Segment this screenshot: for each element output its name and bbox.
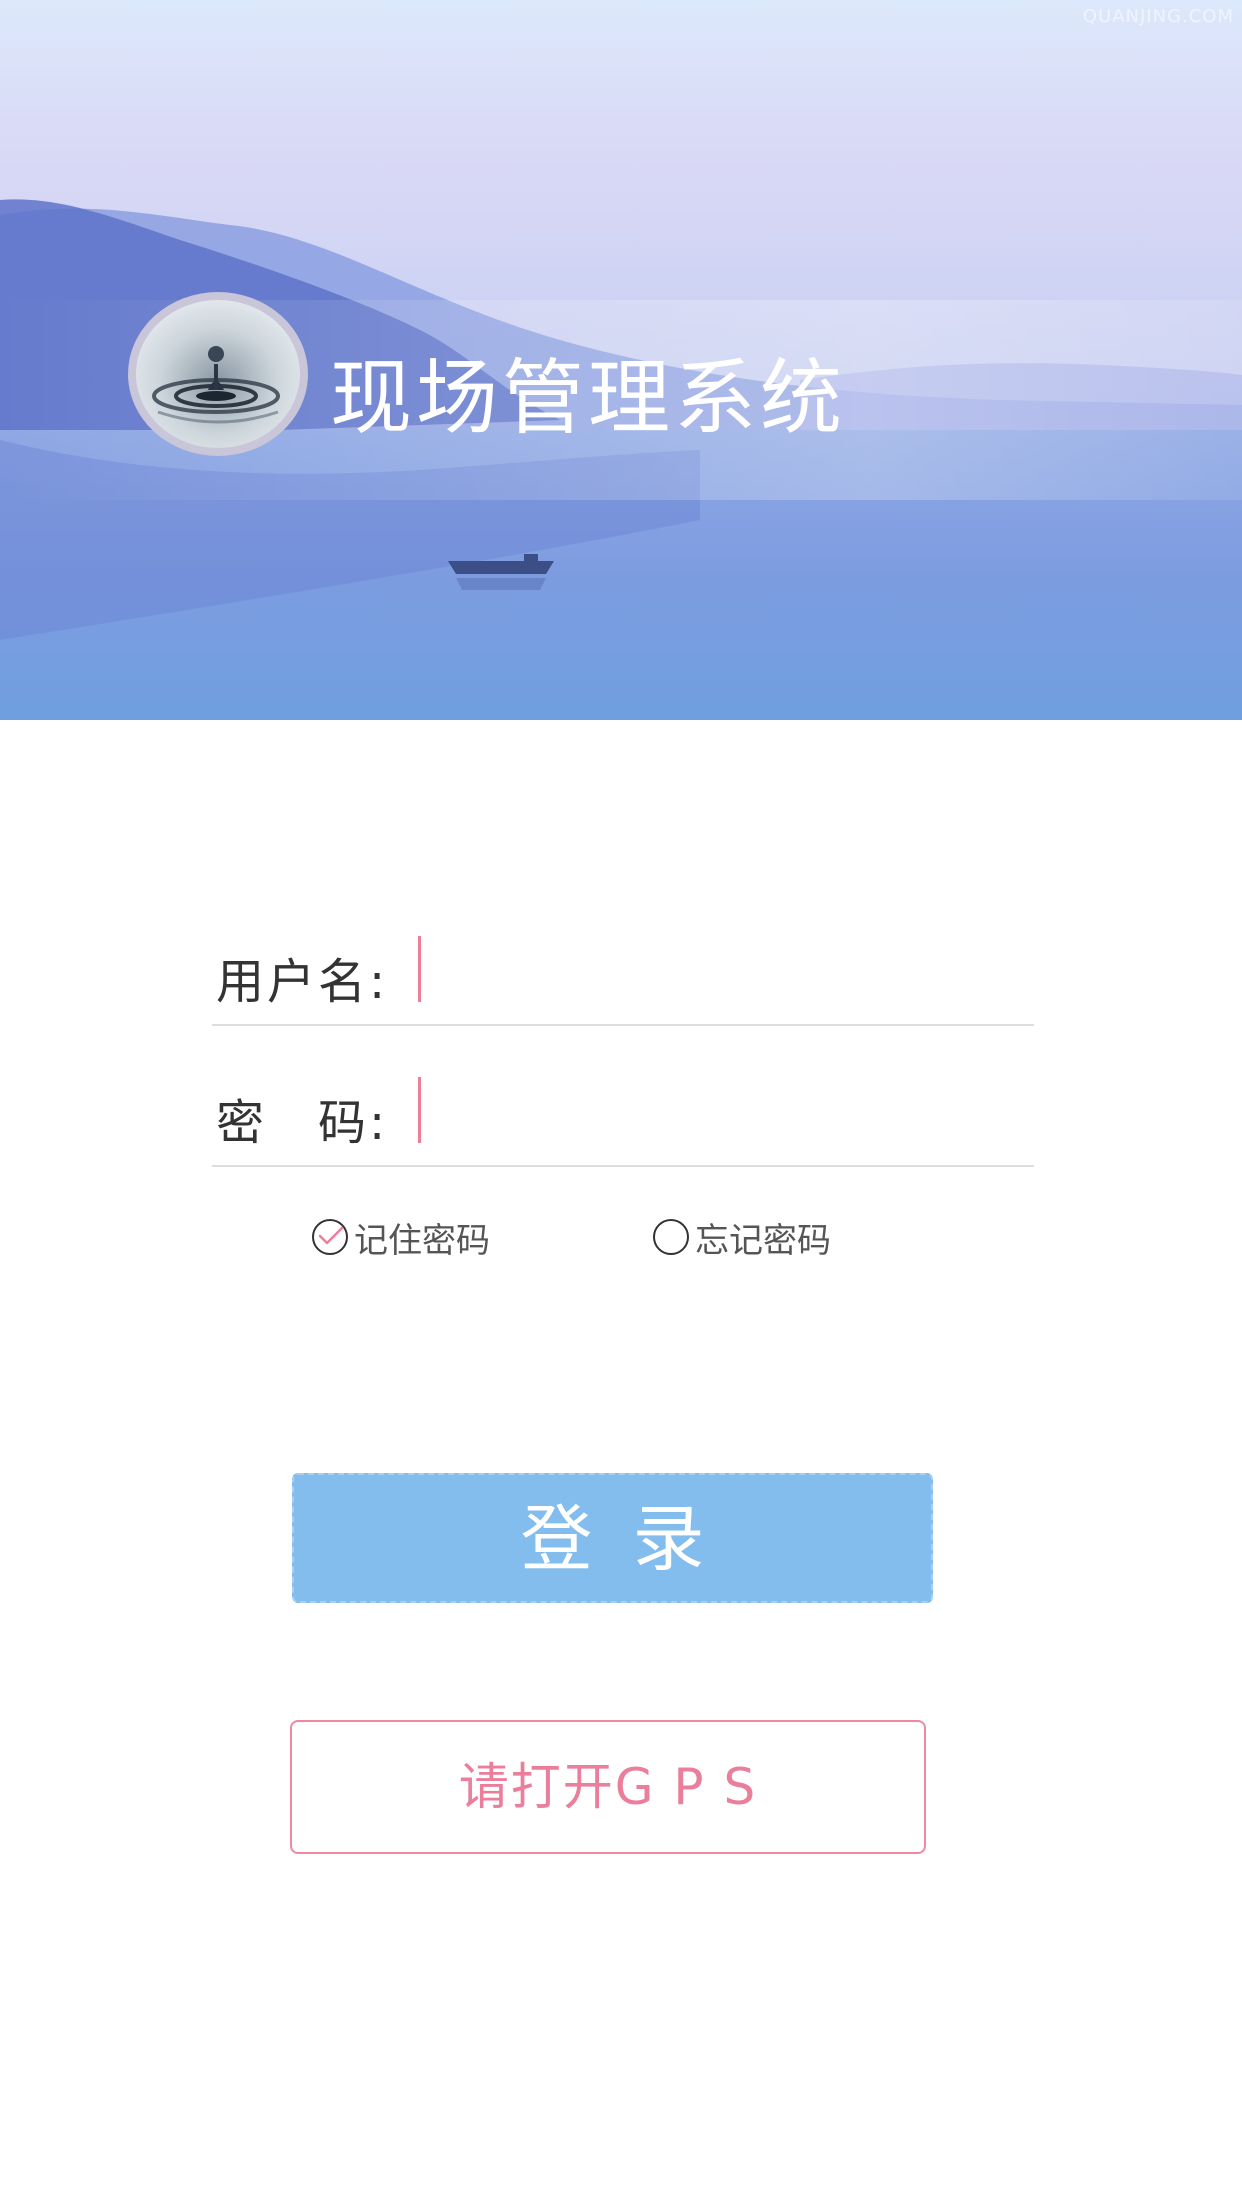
username-label: 用户名: xyxy=(216,954,389,1010)
forgot-password-option[interactable]: 忘记密码 xyxy=(653,1215,831,1261)
forgot-radio-icon[interactable] xyxy=(653,1219,689,1255)
app-title: 现场管理系统 xyxy=(330,351,847,446)
app-logo xyxy=(128,292,308,456)
username-input[interactable] xyxy=(420,934,1024,1012)
forgot-password-label: 忘记密码 xyxy=(695,1220,831,1261)
remember-password-label: 记住密码 xyxy=(354,1220,490,1261)
header-banner: QUANJING.COM 现场管理系统 xyxy=(0,0,1242,720)
enable-gps-button[interactable]: 请打开G P S xyxy=(290,1720,926,1854)
password-row: 密 码: xyxy=(212,1065,1034,1167)
login-button[interactable]: 登录 xyxy=(292,1473,933,1603)
watermark: QUANJING.COM xyxy=(1082,6,1234,27)
remember-password-option[interactable]: 记住密码 xyxy=(312,1215,490,1261)
password-label: 密 码: xyxy=(216,1095,389,1151)
water-drop-icon xyxy=(136,300,300,448)
username-row: 用户名: xyxy=(212,924,1034,1026)
remember-check-icon[interactable] xyxy=(312,1219,348,1255)
password-input[interactable] xyxy=(420,1075,1024,1153)
checkmark-icon xyxy=(318,1226,344,1245)
